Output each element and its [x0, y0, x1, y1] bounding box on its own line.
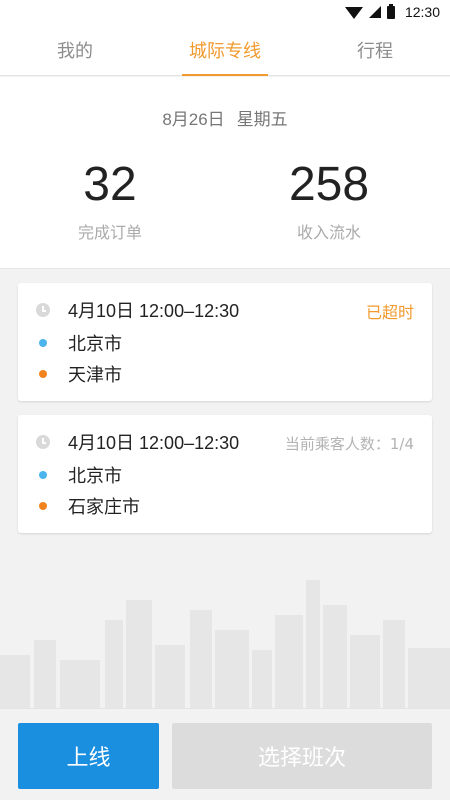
trip-destination: 天津市 [68, 365, 122, 386]
trip-time: 4月10日 12:00–12:30 [68, 433, 240, 453]
select-shift-button[interactable]: 选择班次 [172, 723, 432, 789]
trip-origin-row: 北京市 [36, 463, 122, 487]
destination-dot-icon [39, 370, 47, 378]
status-time: 12:30 [404, 4, 440, 20]
income-stat: 258 收入流水 [229, 161, 429, 243]
passenger-count: 当前乘客人数：1/4 [284, 435, 414, 453]
trip-origin: 北京市 [68, 466, 122, 487]
trip-card[interactable]: 4月10日 12:00–12:30 当前乘客人数：1/4 北京市 石家庄市 [18, 415, 432, 533]
trip-destination-row: 石家庄市 [36, 494, 140, 518]
trip-destination-row: 天津市 [36, 362, 122, 386]
tab-trips[interactable]: 行程 [300, 24, 450, 75]
status-bar: 12:30 [0, 0, 450, 24]
trip-time-row: 4月10日 12:00–12:30 [36, 298, 239, 322]
wifi-icon [344, 7, 363, 19]
trip-status-badge: 已超时 [365, 303, 414, 322]
completed-orders-label: 完成订单 [77, 223, 142, 242]
summary-weekday: 星期五 [236, 110, 288, 129]
income-label: 收入流水 [296, 223, 361, 242]
trip-origin: 北京市 [68, 334, 122, 355]
daily-summary: 8月26日 星期五 32 完成订单 258 收入流水 [0, 77, 450, 269]
completed-orders-value: 32 [83, 158, 137, 211]
trip-time-row: 4月10日 12:00–12:30 [36, 430, 239, 454]
tab-mine[interactable]: 我的 [0, 24, 150, 75]
clock-icon [36, 303, 50, 317]
clock-icon [36, 435, 50, 449]
income-value: 258 [288, 158, 370, 211]
trip-card[interactable]: 4月10日 12:00–12:30 已超时 北京市 天津市 [18, 283, 432, 401]
city-skyline-background [0, 580, 450, 710]
go-online-button[interactable]: 上线 [18, 723, 159, 789]
origin-dot-icon [39, 339, 47, 347]
date-row: 8月26日 星期五 [0, 105, 450, 130]
trip-destination: 石家庄市 [68, 497, 140, 518]
signal-icon [368, 6, 381, 18]
battery-icon [386, 3, 395, 19]
bottom-action-bar: 上线 选择班次 [0, 708, 450, 800]
destination-dot-icon [39, 502, 47, 510]
summary-date: 8月26日 [162, 110, 225, 129]
trip-origin-row: 北京市 [36, 331, 122, 355]
trip-time: 4月10日 12:00–12:30 [68, 301, 240, 321]
tab-bar: 我的 城际专线 行程 [0, 24, 450, 76]
completed-orders-stat: 32 完成订单 [10, 161, 210, 243]
tab-intercity-line[interactable]: 城际专线 [150, 24, 300, 76]
origin-dot-icon [39, 471, 47, 479]
